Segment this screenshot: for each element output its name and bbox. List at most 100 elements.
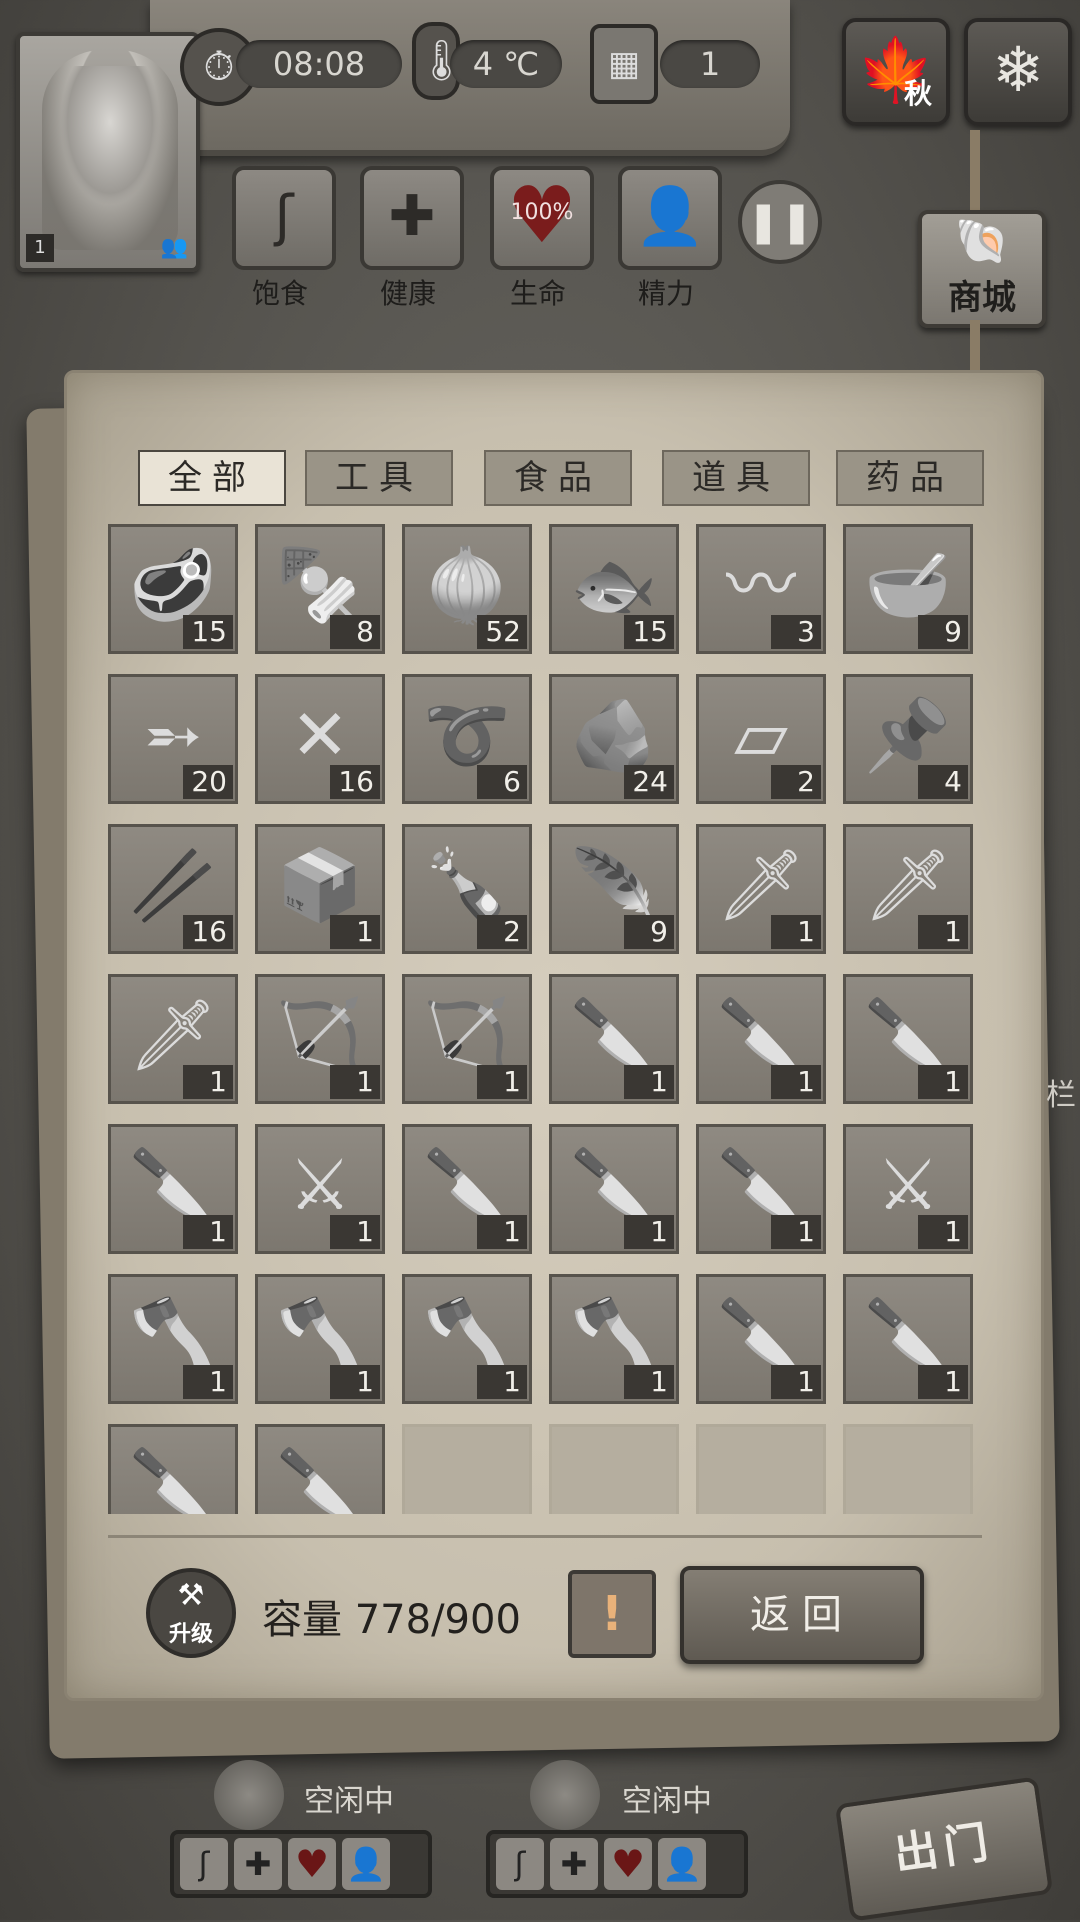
upgrade-label: 升级 [168,1622,213,1647]
item-quantity: 20 [183,765,233,799]
character-stats-bar[interactable]: ʃ ✚ ♥ 👤 [486,1830,748,1898]
tab-food[interactable]: 食品 [484,450,632,506]
character-portrait[interactable]: 1 👥 [16,32,200,272]
inventory-slot[interactable]: 🪓 1 [402,1274,532,1404]
rope-decoration [970,130,980,210]
capacity-text: 容量 778/900 [262,1587,521,1645]
inventory-slot[interactable]: 🔪 [108,1424,238,1514]
inventory-slot[interactable]: 🔪 1 [843,1274,973,1404]
cross-icon: ✚ [388,184,436,249]
inventory-slot[interactable]: 🏹 1 [255,974,385,1104]
inventory-slot[interactable]: 🍢 8 [255,524,385,654]
empty-slot[interactable] [843,1424,973,1514]
item-quantity: 1 [624,1365,674,1399]
capacity-value: 778/900 [354,1597,521,1643]
inventory-slot[interactable]: 📌 4 [843,674,973,804]
inventory-slot[interactable]: 🔪 1 [843,974,973,1104]
item-quantity: 6 [477,765,527,799]
item-quantity: 16 [330,765,380,799]
inventory-slot[interactable]: ⚔ 1 [255,1124,385,1254]
upgrade-button[interactable]: ⚒ 升级 [146,1568,236,1658]
pause-button[interactable]: ❚❚ [738,180,822,264]
item-quantity: 52 [477,615,527,649]
character-status: 空闲中 [304,1784,394,1819]
inventory-slot[interactable]: 🥣 9 [843,524,973,654]
inventory-slot[interactable]: 🔪 1 [696,1274,826,1404]
item-quantity: 1 [624,1065,674,1099]
tab-medicine[interactable]: 药品 [836,450,984,506]
inventory-slot[interactable]: 🗡 1 [108,974,238,1104]
tab-all[interactable]: 全部 [138,450,286,506]
shop-button[interactable]: 🐚 商城 [918,210,1046,328]
tab-tools[interactable]: 工具 [305,450,453,506]
item-quantity: 1 [771,1365,821,1399]
character-avatar[interactable] [530,1760,600,1830]
inventory-slot[interactable]: 🥩 15 [108,524,238,654]
inventory-slot[interactable]: 🗡 1 [843,824,973,954]
life-value: 100% [510,200,574,225]
item-quantity: 1 [330,1215,380,1249]
tab-props[interactable]: 道具 [662,450,810,506]
item-quantity: 1 [771,1065,821,1099]
empty-slot[interactable] [402,1424,532,1514]
inventory-slot[interactable]: 🔪 1 [402,1124,532,1254]
cross-icon: ✚ [550,1838,598,1890]
inventory-slot[interactable]: 🐟 15 [549,524,679,654]
inventory-slot[interactable]: 🔪 [255,1424,385,1514]
inventory-slot[interactable]: 🗡 1 [696,824,826,954]
weather-button[interactable]: ❄ [964,18,1072,126]
inventory-slot[interactable]: 🪓 1 [255,1274,385,1404]
inventory-slot[interactable]: ▱ 2 [696,674,826,804]
shop-label: 商城 [948,278,1016,318]
group-icon: 👥 [160,235,188,260]
inventory-slot[interactable]: 🪓 1 [549,1274,679,1404]
item-quantity: 1 [477,1365,527,1399]
character-avatar[interactable] [214,1760,284,1830]
stat-life[interactable]: ♥ 100% [490,166,594,270]
inventory-slot[interactable]: 🪨 24 [549,674,679,804]
inventory-slot[interactable]: 🔪 1 [696,1124,826,1254]
item-quantity: 1 [330,1365,380,1399]
item-quantity: 1 [330,915,380,949]
exit-button[interactable]: 出门 [834,1776,1054,1922]
snowflake-icon: ❄ [992,33,1044,106]
stat-health[interactable]: ✚ [360,166,464,270]
item-quantity: 1 [771,915,821,949]
inventory-slot[interactable]: ⚔ 1 [843,1124,973,1254]
empty-slot[interactable] [696,1424,826,1514]
character-status: 空闲中 [622,1784,712,1819]
item-quantity: 1 [477,1215,527,1249]
inventory-slot[interactable]: 📦 1 [255,824,385,954]
inventory-slot[interactable]: 🧅 52 [402,524,532,654]
item-quantity: 1 [183,1365,233,1399]
inventory-slot[interactable]: 🪓 1 [108,1274,238,1404]
stat-energy[interactable]: 👤 [618,166,722,270]
season-button[interactable]: 🍁 秋 [842,18,950,126]
stat-health-label: 健康 [379,277,436,310]
inventory-slot[interactable]: 🏹 1 [402,974,532,1104]
item-quantity: 4 [918,765,968,799]
item-quantity: 15 [183,615,233,649]
inventory-slot[interactable]: 🪶 9 [549,824,679,954]
inventory-slot[interactable]: 🔪 1 [108,1124,238,1254]
stat-satiety[interactable]: ʃ [232,166,336,270]
heart-icon: ♥ [604,1838,652,1890]
inventory-slot[interactable]: ➰ 6 [402,674,532,804]
warning-button[interactable]: ! [568,1570,656,1658]
inventory-slot[interactable]: 🔪 1 [549,1124,679,1254]
inventory-slot[interactable]: 🔪 1 [696,974,826,1104]
inventory-slot[interactable]: 〰 3 [696,524,826,654]
stat-energy-label: 精力 [637,277,694,310]
capacity-label: 容量 [262,1597,342,1643]
temperature-display: 4 ℃ [450,40,562,88]
stat-satiety-label: 饱食 [251,277,308,310]
character-stats-bar[interactable]: ʃ ✚ ♥ 👤 [170,1830,432,1898]
inventory-slot[interactable]: ➵ 20 [108,674,238,804]
inventory-slot[interactable]: 🔪 1 [549,974,679,1104]
return-button[interactable]: 返回 [680,1566,924,1664]
inventory-slot[interactable]: 🥢 16 [108,824,238,954]
item-quantity: 9 [624,915,674,949]
inventory-slot[interactable]: 🍾 2 [402,824,532,954]
inventory-slot[interactable]: ✕ 16 [255,674,385,804]
empty-slot[interactable] [549,1424,679,1514]
